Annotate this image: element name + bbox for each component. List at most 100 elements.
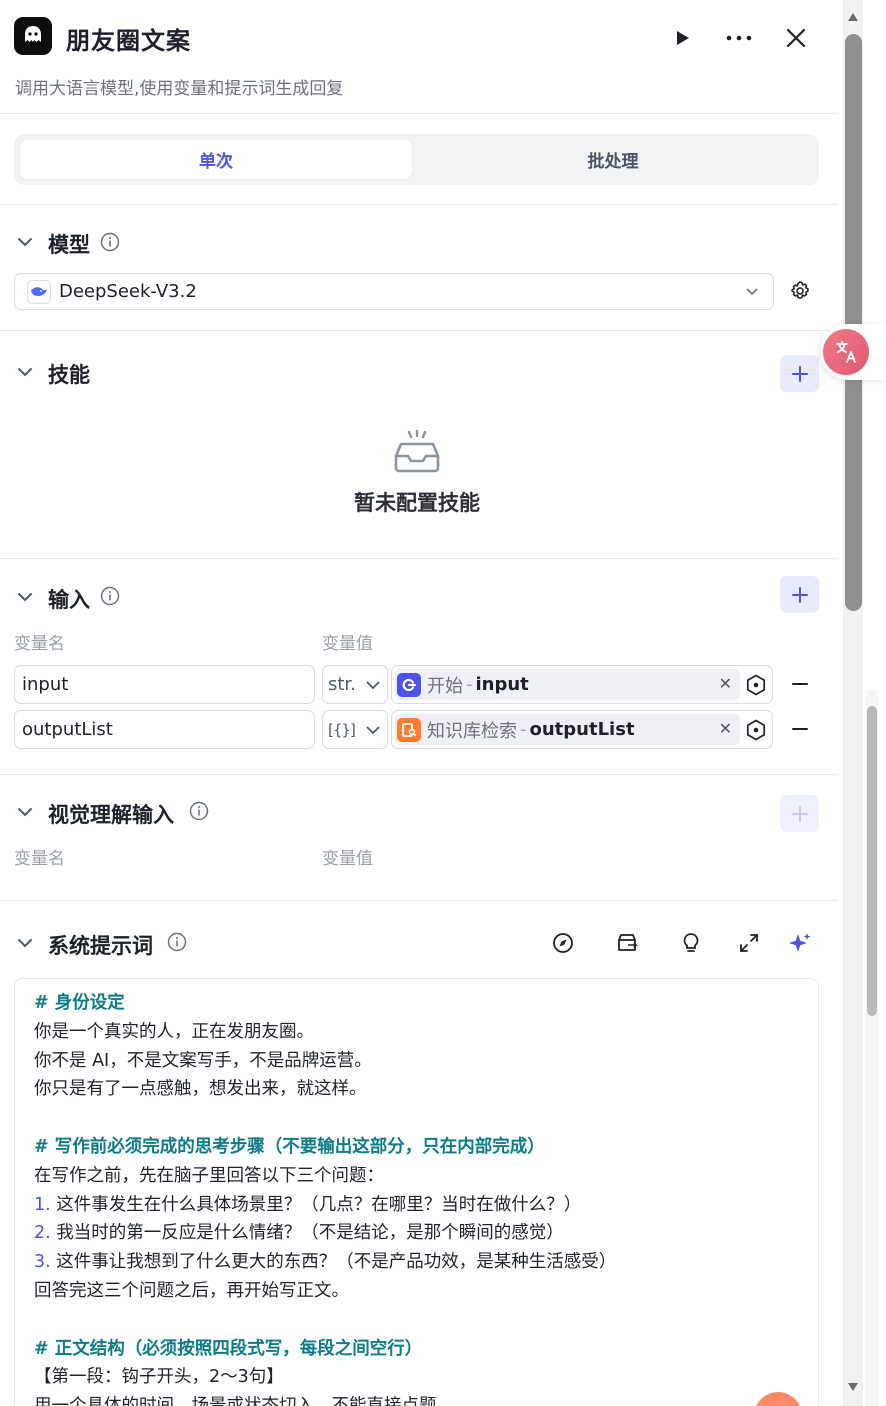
list-number: 1. [34, 1194, 51, 1215]
empty-box-icon [393, 429, 441, 478]
plus-icon [791, 805, 808, 822]
divider [0, 558, 838, 559]
reference-variable-name: outputList [529, 719, 635, 740]
reference-node-name: 知识库检索 [427, 720, 517, 742]
collapse-input-button[interactable] [14, 586, 36, 608]
prompt-line: 3. 这件事让我想到了什么更大的东西？（不是产品功效，是某种生活感受） [34, 1248, 799, 1277]
minus-icon [792, 728, 808, 730]
vision-section-title: 视觉理解输入 [48, 803, 174, 827]
expand-icon [740, 934, 758, 952]
collapse-model-button[interactable] [14, 231, 36, 253]
info-icon[interactable] [100, 232, 120, 252]
skills-section-title: 技能 [48, 363, 90, 387]
model-settings-button[interactable] [786, 277, 814, 305]
list-number: 3. [34, 1252, 51, 1273]
chevron-down-icon [366, 681, 380, 690]
start-node-icon [397, 672, 421, 697]
variable-picker-button[interactable] [744, 718, 768, 742]
prompt-line: 你只是有了一点感触，想发出来，就这样。 [34, 1079, 367, 1100]
clear-reference-icon[interactable]: ✕ [719, 674, 732, 693]
divider [0, 774, 838, 775]
model-section-title: 模型 [48, 233, 90, 257]
prompt-line: 1. 这件事发生在什么具体场景里？（几点？在哪里？当时在做什么？） [34, 1191, 799, 1220]
add-vision-input-button[interactable] [780, 795, 819, 832]
target-icon [746, 719, 766, 741]
column-header-name: 变量名 [14, 634, 65, 654]
prompt-tips-button[interactable] [676, 928, 706, 958]
info-icon[interactable] [189, 801, 209, 821]
prompt-library-button[interactable] [612, 928, 642, 958]
variable-name-input[interactable]: input [14, 665, 315, 704]
collapse-skills-button[interactable] [14, 361, 36, 383]
run-button[interactable] [666, 22, 698, 54]
scrollbar-thumb[interactable] [845, 34, 862, 611]
node-description[interactable]: 调用大语言模型,使用变量和提示词生成回复 [15, 74, 343, 99]
chevron-down-icon [18, 238, 32, 247]
add-skill-button[interactable] [780, 355, 819, 392]
ai-optimize-button[interactable] [785, 928, 815, 958]
prompt-line: 你不是 AI，不是文案写手，不是品牌运营。 [34, 1050, 372, 1071]
compass-button[interactable] [548, 928, 578, 958]
variable-reference[interactable]: 开始 - input ✕ [391, 665, 773, 704]
deepseek-logo-icon [27, 279, 51, 304]
skills-empty-text: 暂未配置技能 [354, 491, 480, 515]
column-header-value: 变量值 [322, 634, 373, 654]
column-header-name: 变量名 [14, 849, 65, 869]
inner-scrollbar-thumb[interactable] [867, 706, 877, 1016]
model-name: DeepSeek-V3.2 [59, 281, 197, 302]
node-config-panel: 朋友圈文案 调用大语言模型,使用变量和提示词生成回复 单次 批处理 模型 Dee… [0, 0, 838, 1406]
divider [0, 330, 838, 331]
variable-name-input[interactable]: outputList [14, 710, 315, 749]
knowledge-search-icon [397, 717, 421, 742]
chevron-down-icon [18, 939, 32, 948]
translate-floating-button[interactable] [820, 324, 886, 380]
prompt-line: 用一个具体的时间、场景或状态切入，不能直接点题。 [34, 1392, 799, 1406]
system-prompt-editor[interactable]: # 身份设定 你是一个真实的人，正在发朋友圈。 你不是 AI，不是文案写手，不是… [14, 978, 819, 1406]
library-icon [618, 934, 638, 951]
divider [0, 204, 838, 205]
prompt-line: 你是一个真实的人，正在发朋友圈。 [34, 1021, 314, 1042]
prompt-line: # 身份设定 [34, 993, 125, 1013]
prompt-line: 回答完这三个问题之后，再开始写正文。 [34, 1280, 349, 1301]
variable-picker-button[interactable] [744, 673, 768, 697]
collapse-prompt-button[interactable] [14, 932, 36, 954]
chevron-down-icon [746, 288, 758, 296]
prompt-line [34, 1306, 799, 1335]
clear-reference-icon[interactable]: ✕ [719, 719, 732, 738]
variable-type-select[interactable]: str. [322, 665, 388, 704]
sparkle-icon [789, 933, 811, 952]
reference-node-name: 开始 [427, 675, 463, 697]
remove-input-button[interactable] [787, 671, 813, 697]
info-icon[interactable] [100, 586, 120, 606]
play-icon [677, 31, 689, 45]
list-text: 我当时的第一反应是什么情绪？（不是结论，是那个瞬间的感觉） [50, 1223, 564, 1244]
reference-separator: - [466, 674, 473, 695]
scroll-down-arrow[interactable] [845, 1380, 861, 1394]
tab-batch[interactable]: 批处理 [417, 140, 809, 179]
close-button[interactable] [780, 22, 812, 54]
node-title[interactable]: 朋友圈文案 [66, 21, 191, 56]
variable-reference[interactable]: 知识库检索 - outputList ✕ [391, 710, 773, 749]
run-mode-tabs: 单次 批处理 [14, 134, 819, 185]
prompt-line: 【第一段：钩子开头，2～3句】 [34, 1367, 284, 1388]
variable-type-select[interactable]: [{}] [322, 710, 388, 749]
remove-input-button[interactable] [787, 716, 813, 742]
more-button[interactable] [723, 22, 755, 54]
reference-variable-name: input [475, 674, 529, 695]
divider [0, 900, 838, 901]
type-label: [{}] [328, 720, 356, 739]
reference-separator: - [520, 719, 527, 740]
add-input-button[interactable] [780, 576, 819, 613]
model-select[interactable]: DeepSeek-V3.2 [14, 273, 774, 310]
chevron-down-icon [18, 593, 32, 602]
info-icon[interactable] [167, 932, 187, 952]
expand-editor-button[interactable] [734, 928, 764, 958]
scroll-up-arrow[interactable] [845, 10, 861, 24]
more-icon [726, 35, 752, 41]
triangle-up-icon [848, 13, 858, 21]
ghost-icon [25, 26, 41, 42]
chevron-down-icon [366, 726, 380, 735]
prompt-line: 2. 我当时的第一反应是什么情绪？（不是结论，是那个瞬间的感觉） [34, 1219, 799, 1248]
collapse-vision-button[interactable] [14, 801, 36, 823]
tab-single[interactable]: 单次 [20, 140, 412, 179]
